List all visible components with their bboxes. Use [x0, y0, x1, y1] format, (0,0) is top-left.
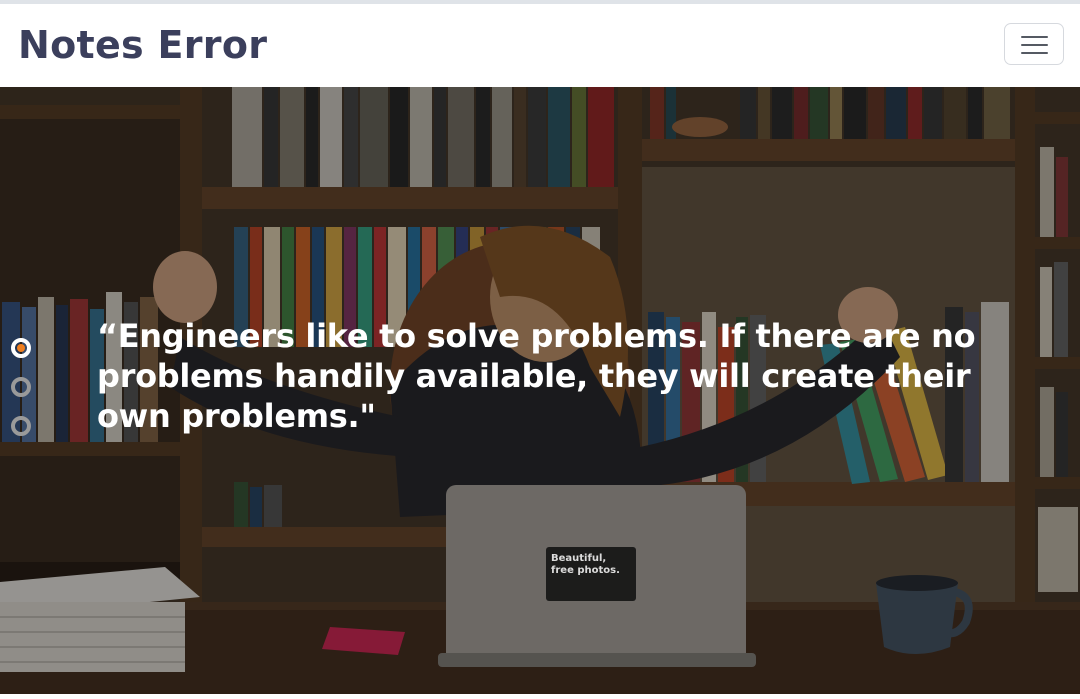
hamburger-menu-icon-bar: [1021, 52, 1048, 54]
brand-logo-text[interactable]: Notes Error: [18, 20, 267, 70]
navbar: Notes Error: [0, 4, 1080, 87]
carousel-indicator-1[interactable]: [11, 338, 31, 358]
hamburger-menu-button[interactable]: [1004, 23, 1064, 65]
laptop-sticker-line2: free photos.: [551, 565, 620, 576]
hamburger-menu-icon-bar: [1021, 44, 1048, 46]
bottom-edge: [0, 694, 1080, 699]
laptop-sticker: Beautiful, free photos.: [546, 547, 636, 601]
hamburger-menu-icon: [1021, 36, 1048, 38]
hero-carousel: Beautiful, free photos. “Engineers like …: [0, 87, 1080, 694]
hero-quote: “Engineers like to solve problems. If th…: [97, 317, 976, 435]
carousel-indicator-3[interactable]: [11, 416, 31, 436]
carousel-indicator-2[interactable]: [11, 377, 31, 397]
laptop-sticker-line1: Beautiful,: [551, 553, 607, 564]
